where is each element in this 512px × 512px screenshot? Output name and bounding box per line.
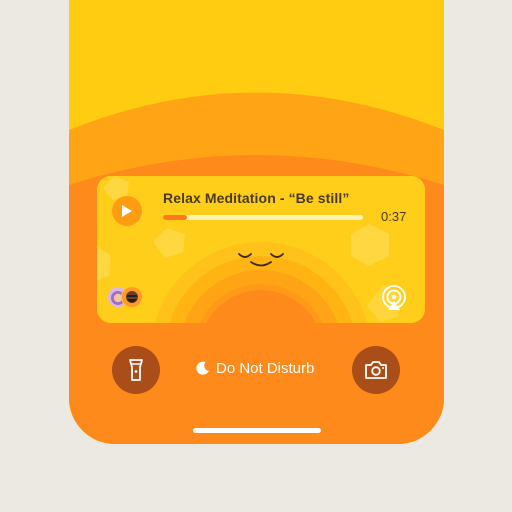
airplay-button[interactable] bbox=[380, 284, 408, 312]
track-title: Relax Meditation - “Be still” bbox=[163, 190, 350, 206]
now-playing-widget[interactable]: Relax Meditation - “Be still” 0:37 bbox=[97, 176, 425, 323]
phone-screen: Relax Meditation - “Be still” 0:37 Do No… bbox=[69, 0, 444, 444]
flashlight-icon bbox=[129, 359, 143, 381]
elapsed-time: 0:37 bbox=[381, 209, 407, 224]
progress-fill bbox=[163, 215, 187, 220]
airplay-icon bbox=[382, 285, 406, 310]
home-indicator[interactable] bbox=[193, 428, 321, 433]
avatar-man-beard bbox=[121, 286, 143, 308]
listener-avatars bbox=[107, 286, 147, 308]
camera-icon bbox=[365, 361, 387, 379]
play-icon bbox=[122, 205, 132, 217]
focus-mode-indicator[interactable]: Do Not Disturb bbox=[195, 360, 314, 377]
flashlight-button[interactable] bbox=[112, 346, 160, 394]
camera-button[interactable] bbox=[352, 346, 400, 394]
play-button[interactable] bbox=[112, 196, 142, 226]
progress-bar[interactable] bbox=[163, 215, 363, 220]
focus-mode-label: Do Not Disturb bbox=[216, 360, 315, 377]
moon-icon bbox=[195, 361, 210, 376]
